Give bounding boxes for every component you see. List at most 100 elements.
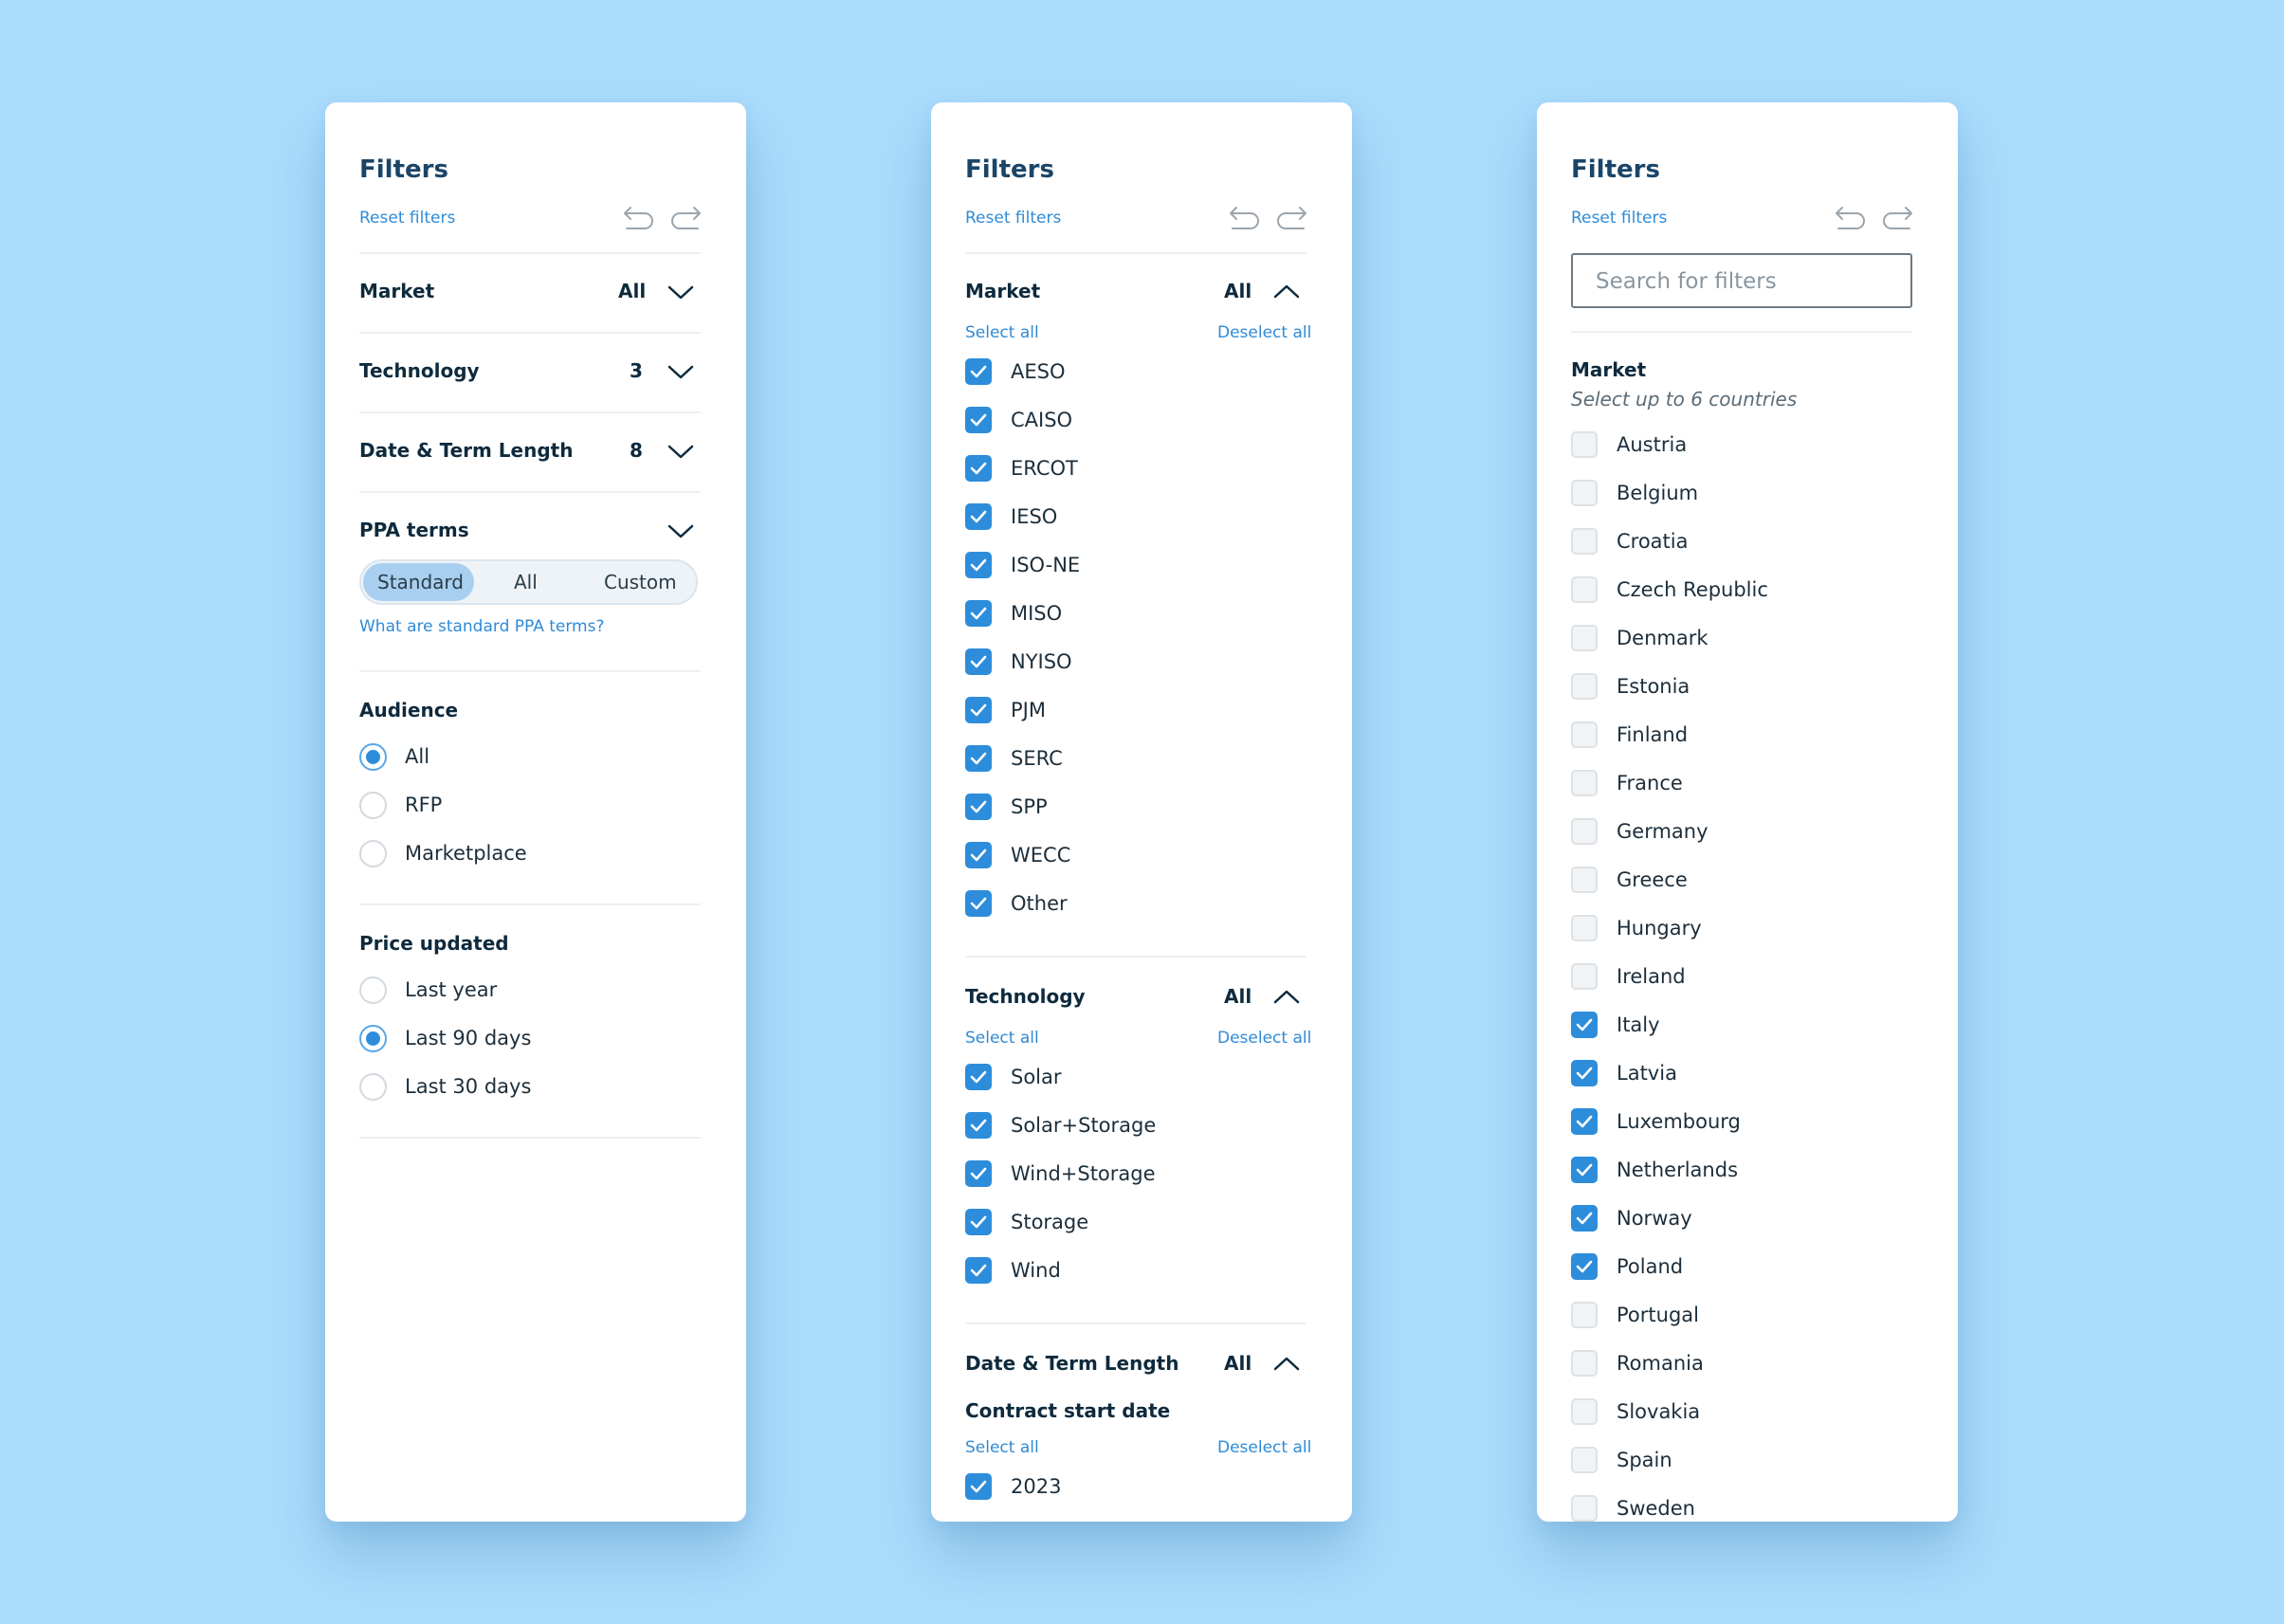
checkbox-unchecked[interactable]	[1571, 818, 1598, 845]
checkbox-label: Croatia	[1617, 530, 1689, 553]
segment-standard[interactable]: Standard	[377, 571, 464, 593]
chevron-up-icon[interactable]	[1273, 1356, 1300, 1371]
radio-unselected[interactable]	[359, 792, 387, 819]
checkbox-checked[interactable]	[965, 1064, 992, 1090]
checkbox-label: Romania	[1617, 1352, 1704, 1375]
market-select-all-link[interactable]: Select all	[965, 323, 1039, 342]
chevron-down-icon[interactable]	[667, 445, 694, 460]
undo-icon[interactable]	[1228, 205, 1260, 229]
checkbox-checked[interactable]	[965, 1160, 992, 1187]
checkbox-checked[interactable]	[965, 552, 992, 578]
check-icon	[970, 703, 987, 717]
radio-unselected[interactable]	[359, 840, 387, 867]
checkbox-checked[interactable]	[1571, 1060, 1598, 1086]
reset-filters-link[interactable]: Reset filters	[965, 209, 1061, 228]
checkbox-checked[interactable]	[1571, 1157, 1598, 1183]
checkbox-checked[interactable]	[1571, 1108, 1598, 1135]
checkbox-unchecked[interactable]	[1571, 576, 1598, 603]
date-select-all-link[interactable]: Select all	[965, 1438, 1039, 1457]
check-icon	[970, 848, 987, 862]
undo-icon[interactable]	[1834, 205, 1866, 229]
checkbox-checked[interactable]	[965, 503, 992, 530]
market-filter-label[interactable]: Market	[359, 280, 434, 302]
reset-filters-link[interactable]: Reset filters	[1571, 209, 1667, 228]
radio-selected[interactable]	[359, 1025, 387, 1052]
checkbox-checked[interactable]	[1571, 1205, 1598, 1232]
checkbox-checked[interactable]	[965, 600, 992, 627]
checkbox-checked[interactable]	[1571, 1253, 1598, 1280]
reset-filters-link[interactable]: Reset filters	[359, 209, 455, 228]
checkbox-unchecked[interactable]	[1571, 528, 1598, 555]
market-filter-value: All	[618, 280, 647, 302]
technology-deselect-all-link[interactable]: Deselect all	[1217, 1029, 1311, 1048]
redo-icon[interactable]	[670, 205, 703, 229]
technology-select-all-link[interactable]: Select all	[965, 1029, 1039, 1048]
chevron-down-icon[interactable]	[667, 285, 694, 301]
date-term-filter-value: All	[1224, 1352, 1252, 1375]
checkbox-unchecked[interactable]	[1571, 963, 1598, 990]
chevron-up-icon[interactable]	[1273, 283, 1300, 299]
checkbox-checked[interactable]	[965, 358, 992, 385]
checkbox-unchecked[interactable]	[1571, 770, 1598, 796]
checkbox-unchecked[interactable]	[1571, 1398, 1598, 1425]
redo-icon[interactable]	[1276, 205, 1308, 229]
checkbox-unchecked[interactable]	[1571, 1302, 1598, 1328]
radio-label: Last 90 days	[405, 1027, 532, 1049]
price-updated-heading: Price updated	[359, 932, 509, 955]
redo-icon[interactable]	[1882, 205, 1914, 229]
chevron-down-icon[interactable]	[667, 365, 694, 380]
checkbox-label: Austria	[1617, 433, 1688, 456]
checkbox-unchecked[interactable]	[1571, 915, 1598, 941]
checkbox-unchecked[interactable]	[1571, 673, 1598, 700]
checkbox-unchecked[interactable]	[1571, 1495, 1598, 1522]
checkbox-label: Denmark	[1617, 627, 1708, 649]
search-filters-input[interactable]: Search for filters	[1571, 253, 1912, 308]
check-icon	[970, 607, 987, 620]
checkbox-checked[interactable]	[1571, 1012, 1598, 1038]
radio-label: RFP	[405, 794, 443, 816]
checkbox-checked[interactable]	[965, 455, 992, 482]
check-icon	[970, 1264, 987, 1277]
checkbox-checked[interactable]	[965, 842, 992, 868]
checkbox-checked[interactable]	[965, 648, 992, 675]
checkbox-unchecked[interactable]	[1571, 867, 1598, 893]
market-deselect-all-link[interactable]: Deselect all	[1217, 323, 1311, 342]
checkbox-checked[interactable]	[965, 1209, 992, 1235]
date-term-filter-label[interactable]: Date & Term Length	[965, 1352, 1179, 1375]
ppa-terms-label[interactable]: PPA terms	[359, 519, 469, 541]
date-term-filter-label[interactable]: Date & Term Length	[359, 439, 573, 462]
checkbox-unchecked[interactable]	[1571, 1350, 1598, 1377]
checkbox-checked[interactable]	[965, 1257, 992, 1284]
segment-all[interactable]: All	[514, 571, 538, 593]
technology-filter-label[interactable]: Technology	[965, 985, 1086, 1008]
date-deselect-all-link[interactable]: Deselect all	[1217, 1438, 1311, 1457]
radio-unselected[interactable]	[359, 976, 387, 1004]
chevron-down-icon[interactable]	[667, 524, 694, 539]
radio-unselected[interactable]	[359, 1073, 387, 1101]
chevron-up-icon[interactable]	[1273, 989, 1300, 1004]
checkbox-checked[interactable]	[965, 1473, 992, 1500]
checkbox-unchecked[interactable]	[1571, 625, 1598, 651]
checkbox-checked[interactable]	[965, 407, 992, 433]
checkbox-checked[interactable]	[965, 890, 992, 917]
checkbox-checked[interactable]	[965, 745, 992, 772]
checkbox-label: Luxembourg	[1617, 1110, 1741, 1133]
check-icon	[970, 897, 987, 910]
checkbox-unchecked[interactable]	[1571, 480, 1598, 506]
check-icon	[970, 752, 987, 765]
checkbox-unchecked[interactable]	[1571, 721, 1598, 748]
check-icon	[1576, 1018, 1593, 1031]
radio-selected[interactable]	[359, 743, 387, 771]
divider	[359, 411, 701, 413]
checkbox-unchecked[interactable]	[1571, 1447, 1598, 1473]
checkbox-unchecked[interactable]	[1571, 431, 1598, 458]
technology-filter-label[interactable]: Technology	[359, 359, 480, 382]
checkbox-checked[interactable]	[965, 1112, 992, 1139]
segment-custom[interactable]: Custom	[604, 571, 677, 593]
checkbox-checked[interactable]	[965, 697, 992, 723]
standard-ppa-terms-link[interactable]: What are standard PPA terms?	[359, 617, 604, 636]
market-filter-label[interactable]: Market	[965, 280, 1040, 302]
undo-icon[interactable]	[622, 205, 654, 229]
checkbox-checked[interactable]	[965, 794, 992, 820]
contract-start-date-heading: Contract start date	[965, 1399, 1171, 1422]
